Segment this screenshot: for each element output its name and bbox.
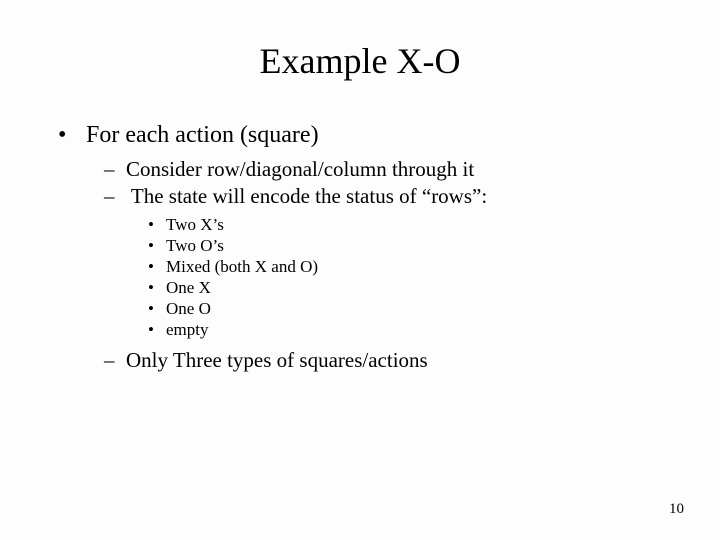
state-item-3: Mixed (both X and O) <box>148 257 670 277</box>
bullet-list-level1: For each action (square) Consider row/di… <box>60 122 670 373</box>
sub-bullet-c: Only Three types of squares/actions <box>104 348 670 373</box>
bullet-list-level2: Consider row/diagonal/column through it … <box>104 157 670 373</box>
sub-bullet-a: Consider row/diagonal/column through it <box>104 157 670 182</box>
sub-bullet-b-text: The state will encode the status of “row… <box>131 184 487 208</box>
slide-title: Example X-O <box>50 40 670 82</box>
page-number: 10 <box>669 501 684 518</box>
bullet-list-level3: Two X’s Two O’s Mixed (both X and O) One… <box>148 215 670 340</box>
bullet-main-text: For each action (square) <box>86 122 319 148</box>
state-item-5: One O <box>148 299 670 319</box>
state-item-6: empty <box>148 320 670 340</box>
state-item-2: Two O’s <box>148 236 670 256</box>
state-item-1: Two X’s <box>148 215 670 235</box>
sub-bullet-b: The state will encode the status of “row… <box>104 184 670 340</box>
bullet-main: For each action (square) Consider row/di… <box>60 122 670 373</box>
slide: Example X-O For each action (square) Con… <box>0 0 720 540</box>
state-item-4: One X <box>148 278 670 298</box>
